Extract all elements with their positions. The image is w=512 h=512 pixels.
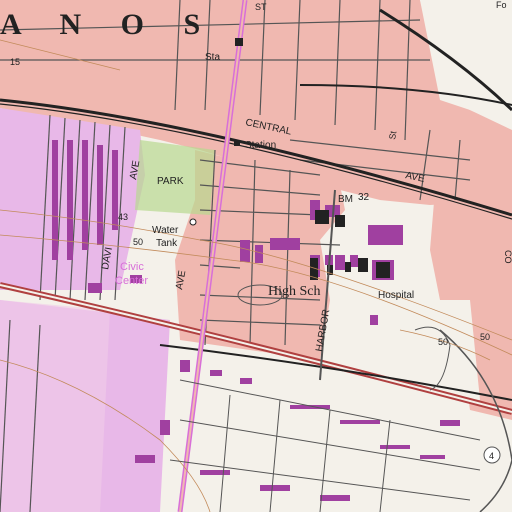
contour-50-label-c: 50	[480, 332, 490, 342]
topographic-map: A N O S Sta Station CENTRAL AVE PARK BM …	[0, 0, 512, 512]
co-label: CO	[503, 250, 512, 264]
bm-label: BM	[338, 194, 353, 205]
high-school-label: High Sch	[268, 284, 321, 299]
industrial-tint-sw2	[0, 300, 110, 512]
station-top-marker	[235, 38, 243, 46]
station-top-label: Sta	[205, 52, 220, 63]
contour-15-label: 15	[10, 57, 20, 67]
station-marker	[234, 140, 240, 146]
civic-center-label-1: Civic	[120, 261, 144, 273]
route-4-label: 4	[489, 451, 494, 461]
contour-43-label: 43	[118, 212, 128, 222]
hospital-label: Hospital	[378, 290, 414, 301]
map-canvas: A N O S Sta Station CENTRAL AVE PARK BM …	[0, 0, 512, 512]
water-tank-label-1: Water	[152, 225, 179, 236]
city-name-label: A N O S	[0, 8, 216, 41]
station-label: Station	[245, 140, 276, 151]
fo-label: Fo	[496, 0, 507, 10]
water-tank-label-2: Tank	[156, 238, 178, 249]
st-label: ST	[255, 2, 267, 12]
park-label: PARK	[157, 176, 184, 187]
bm-value-label: 32	[358, 192, 370, 203]
civic-center-label-2: Center	[115, 275, 148, 287]
contour-50-label-a: 50	[133, 237, 143, 247]
contour-50-label-b: 50	[438, 337, 448, 347]
water-tank-marker	[189, 218, 197, 226]
